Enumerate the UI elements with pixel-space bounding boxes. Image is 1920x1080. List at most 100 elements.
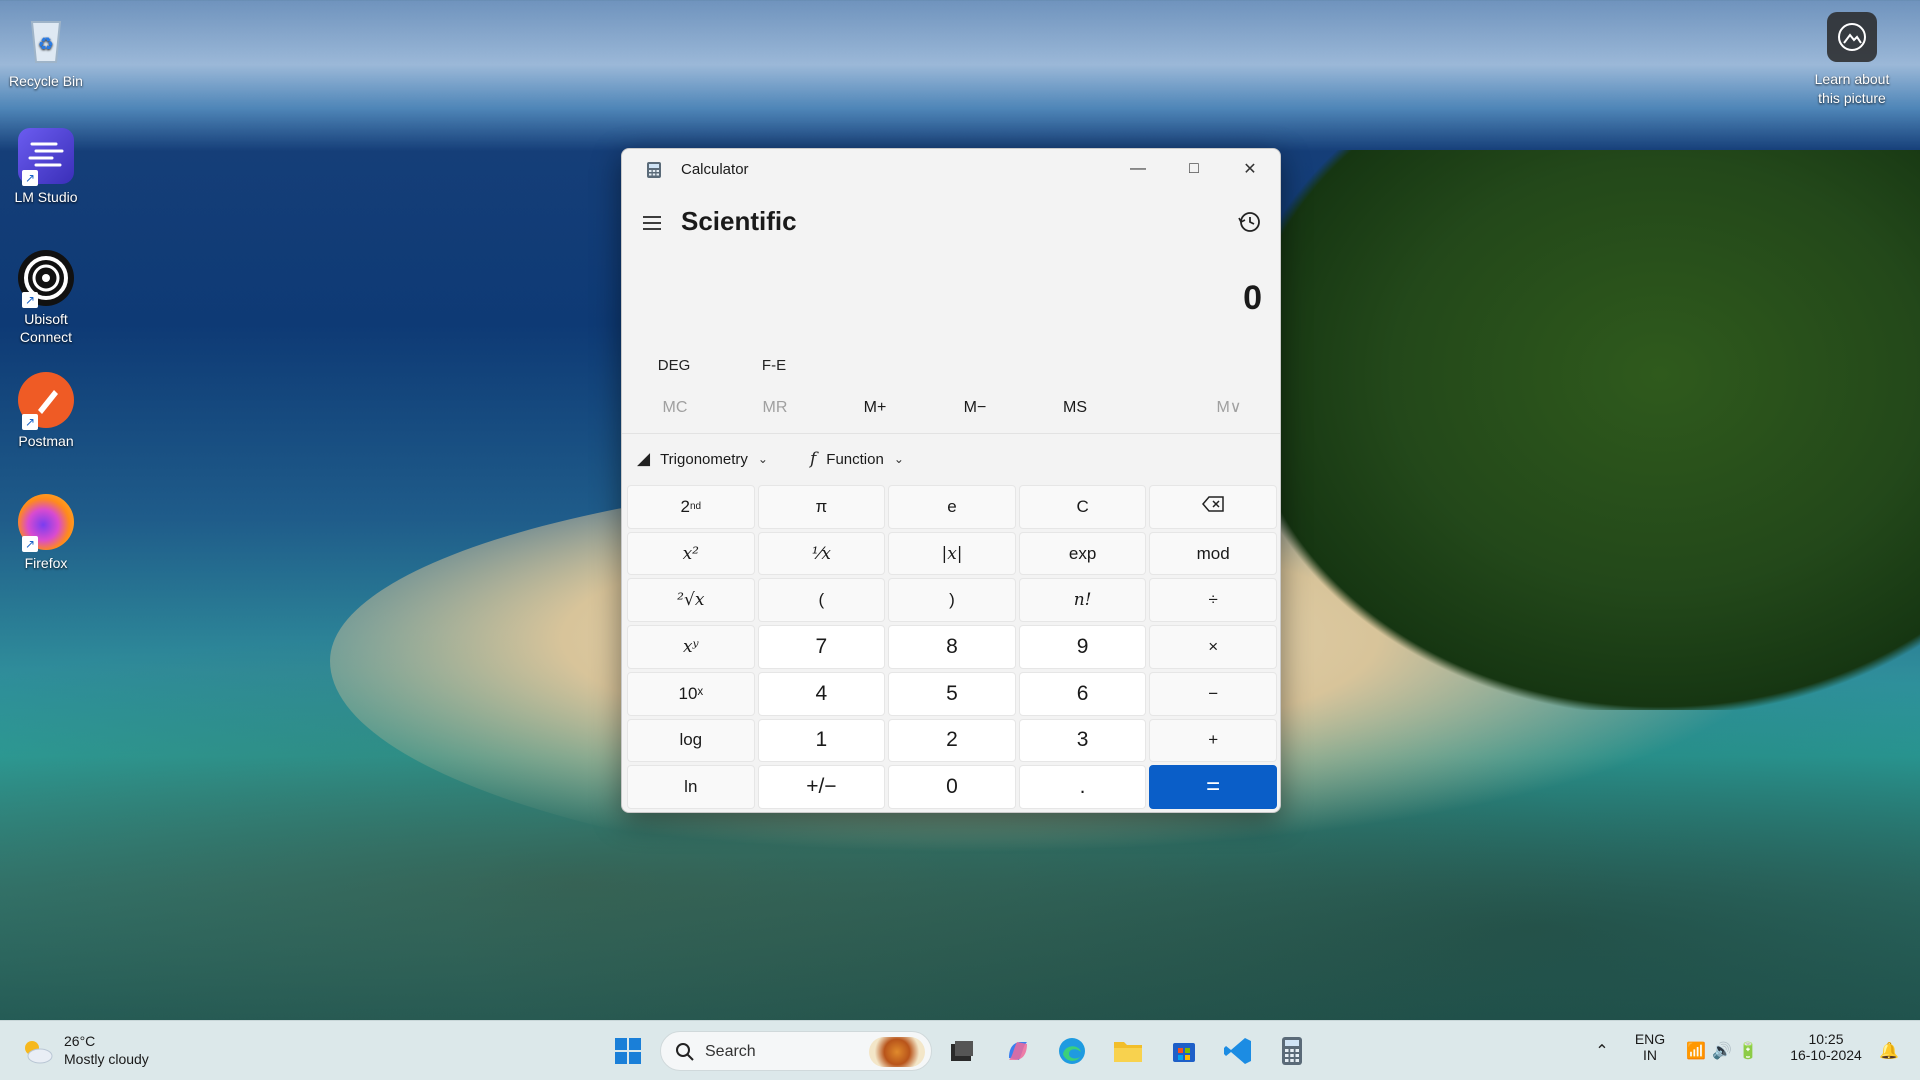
digit-5-key[interactable]: 5 bbox=[888, 671, 1016, 716]
ten-power-key[interactable]: 10ˣ bbox=[627, 671, 755, 716]
backspace-icon bbox=[1202, 496, 1224, 517]
reciprocal-key[interactable]: ¹⁄x bbox=[757, 531, 886, 576]
power-key[interactable]: xʸ bbox=[627, 625, 755, 669]
function-dropdown[interactable]: f Function ⌄ bbox=[810, 439, 904, 479]
history-icon[interactable] bbox=[1237, 209, 1263, 235]
desktop-icon-lm-studio[interactable]: ↗ LM Studio bbox=[6, 128, 86, 206]
memory-row: MC MR M+ M− MS M∨ bbox=[622, 391, 1280, 425]
show-hidden-icons-button[interactable]: ⌃ bbox=[1584, 1033, 1620, 1069]
microsoft-store-button[interactable] bbox=[1166, 1033, 1202, 1069]
start-button[interactable] bbox=[610, 1033, 646, 1069]
square-root-key[interactable]: ²√x bbox=[627, 578, 755, 623]
desktop-icon-ubisoft-connect[interactable]: ↗ Ubisoft Connect bbox=[6, 250, 86, 346]
mode-title: Scientific bbox=[681, 206, 797, 236]
memory-store-button[interactable]: MS bbox=[1035, 391, 1115, 425]
digit-3-key[interactable]: 3 bbox=[1018, 718, 1147, 763]
desktop-icon-label: Firefox bbox=[24, 555, 68, 571]
minimize-button[interactable]: — bbox=[1110, 149, 1166, 189]
desktop-icon-label: Postman bbox=[18, 433, 74, 449]
file-explorer-button[interactable] bbox=[1110, 1033, 1146, 1069]
clear-key[interactable]: C bbox=[1018, 485, 1147, 529]
digit-6-key[interactable]: 6 bbox=[1018, 671, 1147, 716]
task-view-button[interactable] bbox=[944, 1033, 980, 1069]
factorial-key[interactable]: n! bbox=[1018, 578, 1147, 623]
taskbar-search[interactable]: Search bbox=[660, 1031, 932, 1071]
memory-list-button[interactable]: M∨ bbox=[1189, 391, 1269, 425]
deg-button[interactable]: DEG bbox=[639, 351, 709, 381]
calculator-taskbar-button[interactable] bbox=[1274, 1033, 1310, 1069]
learn-label: Learn about this picture bbox=[1814, 71, 1890, 106]
digit-2-key[interactable]: 2 bbox=[888, 718, 1016, 763]
open-paren-key[interactable]: ( bbox=[757, 578, 886, 623]
digit-1-key[interactable]: 1 bbox=[757, 718, 886, 763]
memory-recall-button[interactable]: MR bbox=[735, 391, 815, 425]
clock[interactable]: 10:25 16-10-2024 bbox=[1776, 1031, 1876, 1063]
ln-key[interactable]: ln bbox=[627, 765, 755, 809]
euler-key[interactable]: e bbox=[888, 485, 1016, 529]
digit-9-key[interactable]: 9 bbox=[1018, 625, 1147, 669]
absolute-key[interactable]: |x| bbox=[888, 531, 1016, 576]
close-icon: ✕ bbox=[1243, 161, 1257, 178]
decimal-key[interactable]: . bbox=[1018, 765, 1147, 809]
language-code: ENG bbox=[1634, 1031, 1666, 1047]
title-bar[interactable]: Calculator — □ ✕ bbox=[622, 149, 1280, 189]
exp-key[interactable]: exp bbox=[1018, 531, 1147, 576]
firefox-icon: ↗ bbox=[18, 494, 74, 552]
desktop-icon-recycle-bin[interactable]: ♻ Recycle Bin bbox=[6, 12, 86, 90]
angle-row: DEG F-E bbox=[622, 351, 1280, 381]
backspace-key[interactable] bbox=[1149, 485, 1277, 529]
subtract-key[interactable]: − bbox=[1149, 671, 1277, 716]
close-button[interactable]: ✕ bbox=[1222, 149, 1278, 189]
calculator-header: Scientific bbox=[622, 199, 1280, 247]
memory-add-button[interactable]: M+ bbox=[835, 391, 915, 425]
shortcut-arrow-icon: ↗ bbox=[22, 292, 38, 308]
vscode-button[interactable] bbox=[1220, 1033, 1256, 1069]
hamburger-menu-icon[interactable] bbox=[640, 211, 664, 235]
memory-clear-button[interactable]: MC bbox=[635, 391, 715, 425]
volume-icon: 🔊 bbox=[1712, 1043, 1732, 1060]
divide-key[interactable]: ÷ bbox=[1149, 578, 1277, 623]
maximize-button[interactable]: □ bbox=[1166, 149, 1222, 189]
copilot-button[interactable] bbox=[1000, 1033, 1036, 1069]
weather-widget[interactable]: 26°C Mostly cloudy bbox=[20, 1031, 190, 1071]
taskbar: 26°C Mostly cloudy Search ⌃ ENG IN � bbox=[0, 1020, 1920, 1080]
memory-subtract-button[interactable]: M− bbox=[935, 391, 1015, 425]
language-indicator[interactable]: ENG IN bbox=[1620, 1031, 1680, 1063]
digit-4-key[interactable]: 4 bbox=[757, 671, 886, 716]
quick-settings-button[interactable]: 📶 🔊 🔋 bbox=[1680, 1033, 1764, 1069]
folder-icon bbox=[1114, 1042, 1142, 1062]
close-paren-key[interactable]: ) bbox=[888, 578, 1016, 623]
square-key[interactable]: x² bbox=[627, 531, 755, 576]
equals-key[interactable]: = bbox=[1149, 765, 1277, 809]
function-row: ◢ Trigonometry ⌄ f Function ⌄ bbox=[622, 439, 1280, 479]
negate-key[interactable]: +/− bbox=[757, 765, 886, 809]
digit-7-key[interactable]: 7 bbox=[757, 625, 886, 669]
edge-button[interactable] bbox=[1054, 1033, 1090, 1069]
clock-date: 16-10-2024 bbox=[1790, 1047, 1862, 1063]
chevron-down-icon: ⌄ bbox=[893, 452, 904, 466]
desktop-icon-firefox[interactable]: ↗ Firefox bbox=[6, 494, 86, 572]
multiply-key[interactable]: × bbox=[1149, 625, 1277, 669]
clock-time: 10:25 bbox=[1808, 1031, 1844, 1047]
notifications-button[interactable]: 🔔 bbox=[1874, 1033, 1904, 1069]
triangle-ruler-icon: ◢ bbox=[637, 449, 651, 468]
digit-8-key[interactable]: 8 bbox=[888, 625, 1016, 669]
learn-about-picture[interactable]: Learn about this picture bbox=[1802, 12, 1902, 108]
mod-key[interactable]: mod bbox=[1149, 531, 1277, 576]
add-key[interactable]: + bbox=[1149, 718, 1277, 763]
calculator-icon bbox=[1282, 1037, 1302, 1065]
desktop-icon-postman[interactable]: ↗ Postman bbox=[6, 372, 86, 450]
pi-key[interactable]: π bbox=[757, 485, 886, 529]
trigonometry-label: Trigonometry bbox=[660, 450, 748, 468]
wallpaper-palms bbox=[1240, 150, 1920, 710]
log-key[interactable]: log bbox=[627, 718, 755, 763]
result-display: 0 bbox=[1243, 279, 1262, 317]
edge-icon bbox=[1059, 1038, 1085, 1064]
trigonometry-dropdown[interactable]: ◢ Trigonometry ⌄ bbox=[637, 439, 768, 479]
copilot-icon bbox=[1009, 1042, 1027, 1060]
digit-0-key[interactable]: 0 bbox=[888, 765, 1016, 809]
task-view-icon bbox=[951, 1041, 973, 1061]
recycle-bin-icon: ♻ bbox=[18, 12, 74, 68]
second-function-key[interactable]: 2nd bbox=[627, 485, 755, 529]
fe-button[interactable]: F-E bbox=[739, 351, 809, 381]
